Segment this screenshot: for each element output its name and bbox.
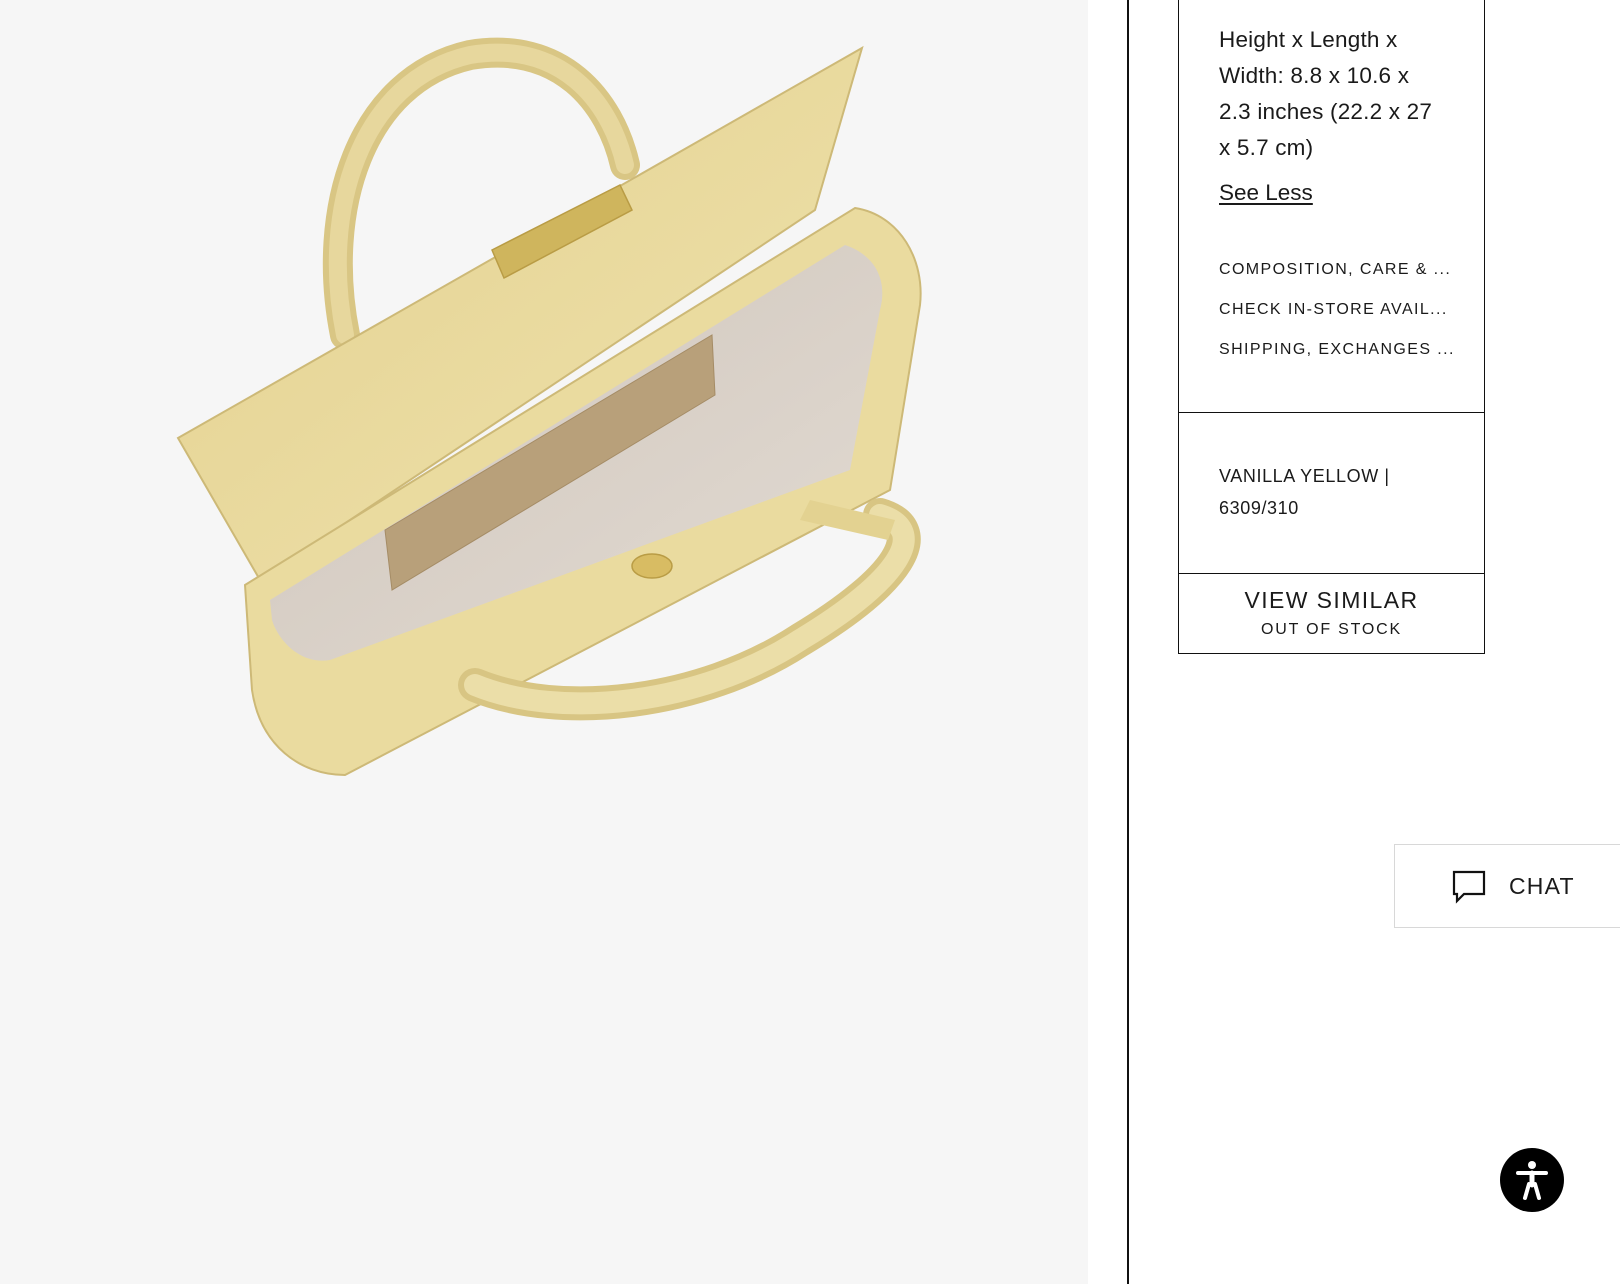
dimensions-line: 2.3 inches (22.2 x 27 — [1219, 99, 1433, 124]
out-of-stock-label: OUT OF STOCK — [1260, 621, 1403, 638]
section-divider — [1179, 412, 1484, 413]
vertical-divider — [1127, 0, 1129, 1284]
accordion-check-in-store[interactable]: CHECK IN-STORE AVAIL... — [1219, 300, 1459, 320]
accordion-composition-care[interactable]: COMPOSITION, CARE & ... — [1219, 260, 1459, 280]
product-image — [176, 37, 922, 777]
see-less-link[interactable]: See Less — [1219, 178, 1313, 208]
product-dimensions: Height x Length x Width: 8.8 x 10.6 x 2.… — [1219, 22, 1469, 166]
dimensions-line: Width: 8.8 x 10.6 x — [1219, 63, 1410, 88]
product-reference: 6309/310 — [1219, 498, 1299, 518]
view-similar-button[interactable]: VIEW SIMILAR OUT OF STOCK — [1179, 573, 1484, 653]
product-image-panel[interactable] — [0, 0, 1088, 1284]
view-similar-label: VIEW SIMILAR — [1244, 587, 1419, 613]
color-name: VANILLA YELLOW | — [1219, 466, 1390, 486]
accessibility-person-icon — [1516, 1161, 1548, 1200]
chat-bubble-icon — [1451, 869, 1487, 910]
accessibility-button[interactable] — [1500, 1148, 1564, 1212]
dimensions-line: Height x Length x — [1219, 27, 1398, 52]
chat-button[interactable]: CHAT — [1394, 844, 1620, 928]
accordion-shipping-exchanges[interactable]: SHIPPING, EXCHANGES ... — [1219, 340, 1459, 360]
chat-label: CHAT — [1509, 873, 1575, 899]
product-info-panel: Height x Length x Width: 8.8 x 10.6 x 2.… — [1178, 0, 1485, 654]
dimensions-line: x 5.7 cm) — [1219, 135, 1314, 160]
